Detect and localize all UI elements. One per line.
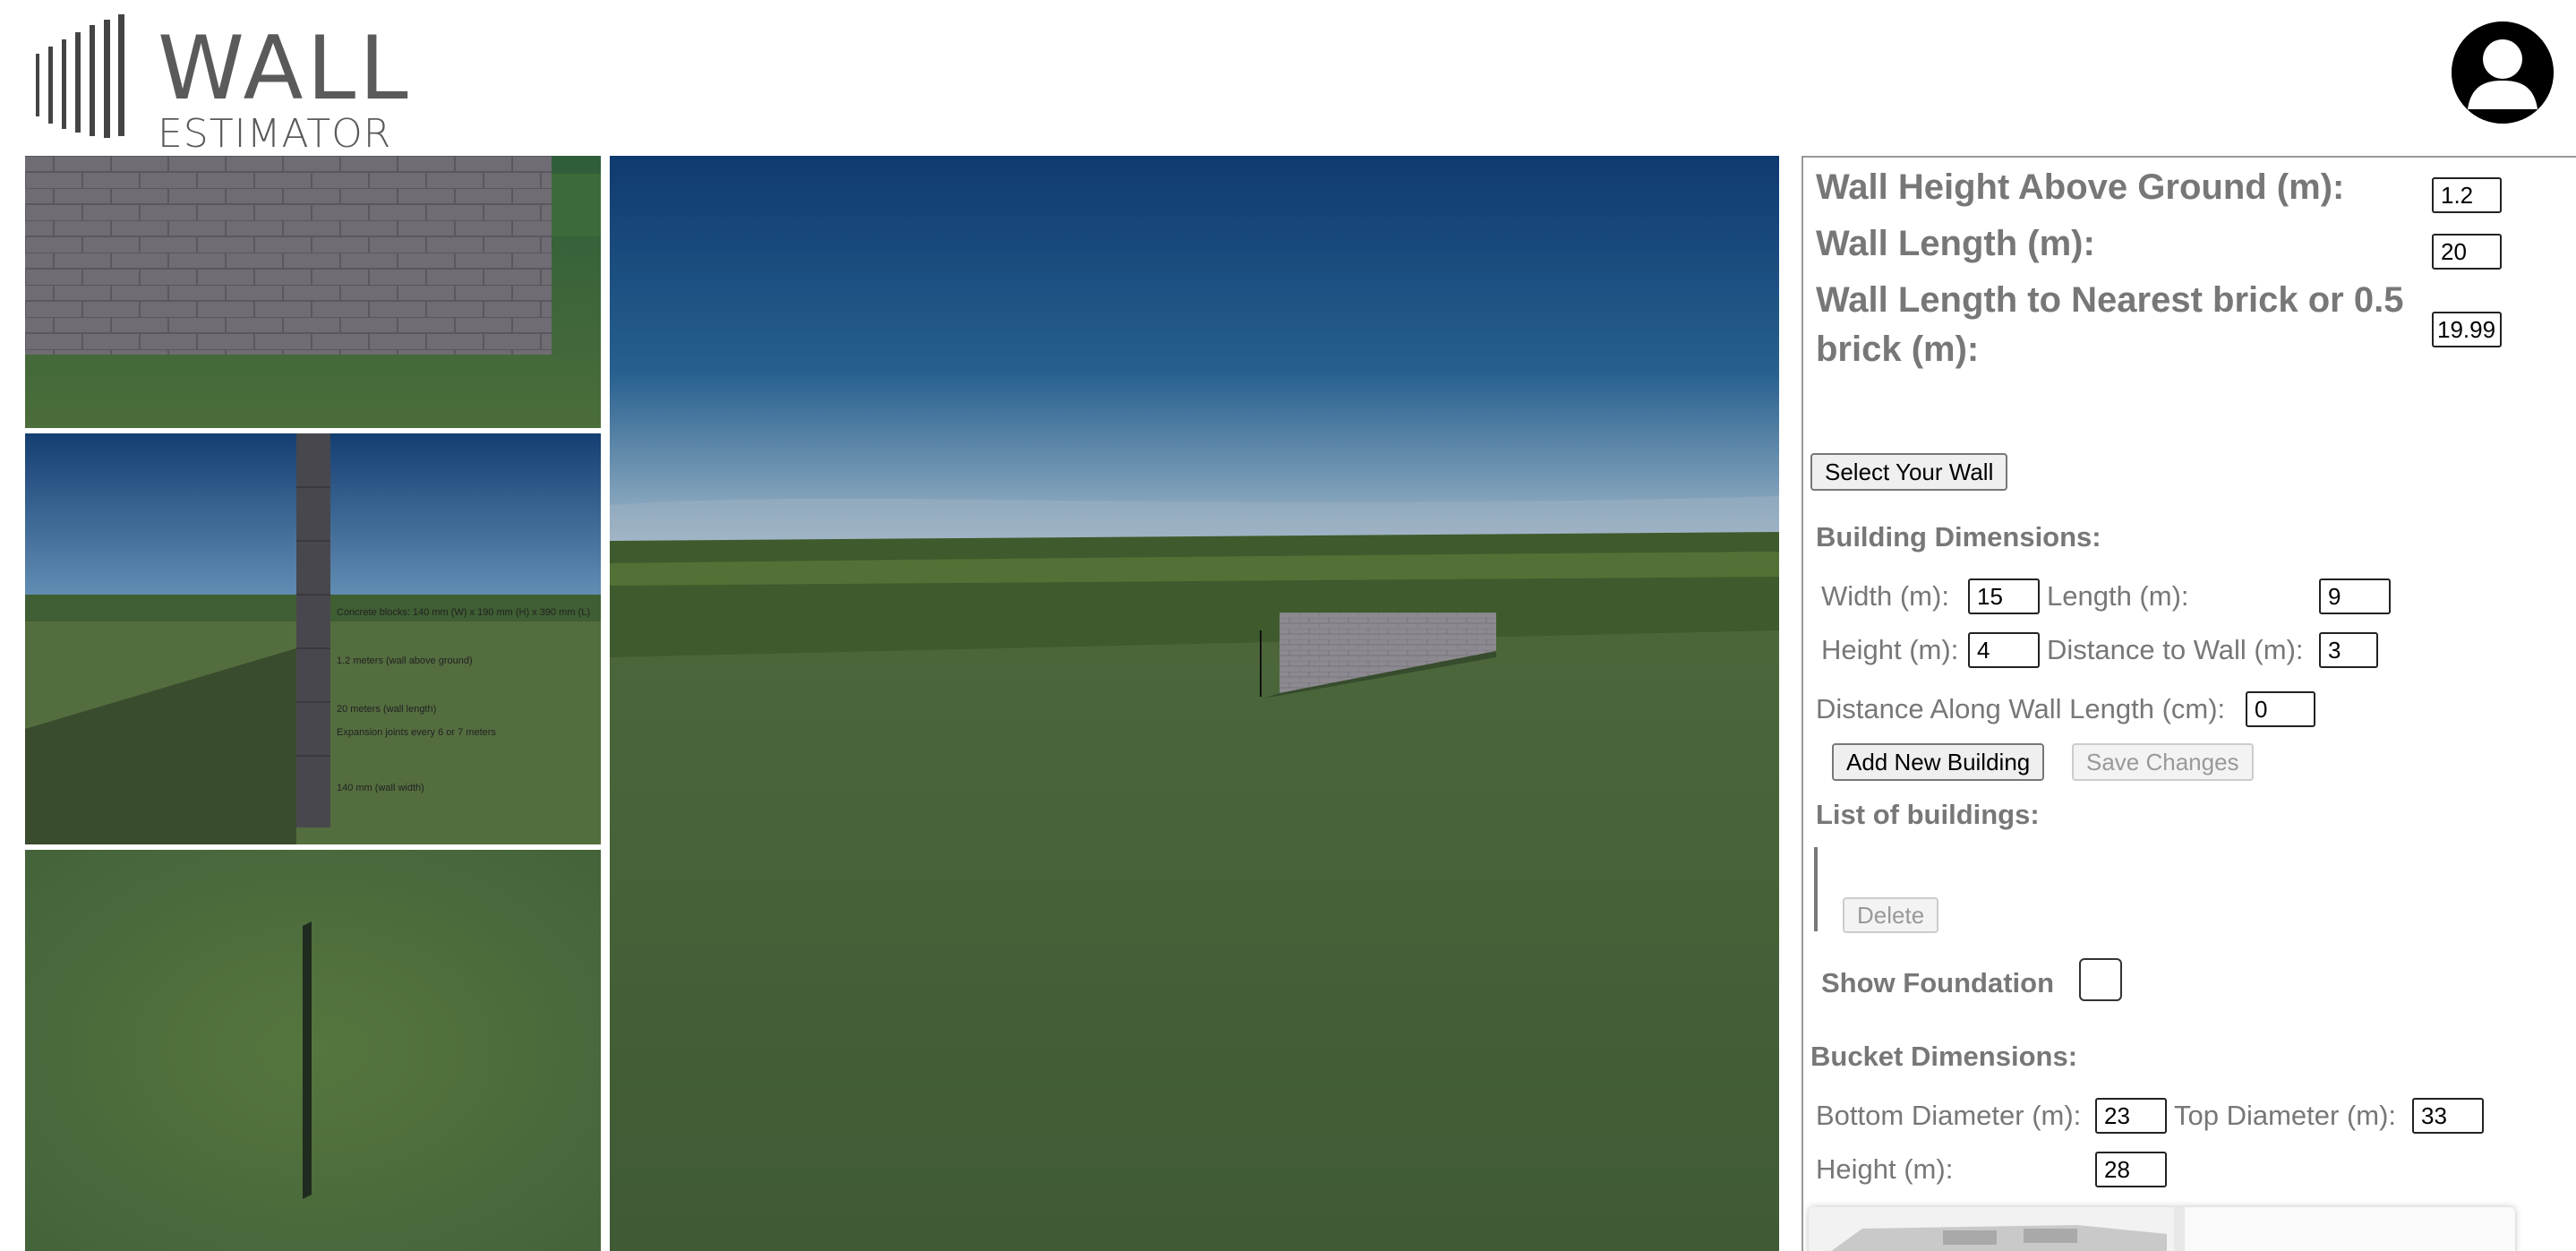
distance-along-wall-input[interactable] <box>2246 691 2315 727</box>
building-length-label: Length (m): <box>2047 580 2189 612</box>
distance-to-wall-label: Distance to Wall (m): <box>2047 634 2304 665</box>
logo-word-wall: WALL <box>158 18 412 120</box>
wall-option-card[interactable] <box>1809 1207 2515 1251</box>
user-avatar-icon[interactable] <box>2452 21 2554 124</box>
blocks-dimension-label: Concrete blocks: 140 mm (W) x 190 mm (H)… <box>337 607 591 618</box>
top-view-viewport[interactable] <box>25 850 601 1251</box>
logo-bars-icon <box>36 14 124 138</box>
building-width-label: Width (m): <box>1821 580 1949 612</box>
concrete-block-image <box>1809 1207 2185 1251</box>
building-height-label: Height (m): <box>1821 634 1959 665</box>
wall-length-nearest-input[interactable] <box>2432 312 2502 347</box>
top-diameter-input[interactable] <box>2412 1098 2484 1134</box>
save-changes-button[interactable]: Save Changes <box>2072 743 2254 781</box>
front-view-viewport[interactable] <box>25 156 601 428</box>
wall-width-annotation: 140 mm (wall width) <box>337 783 424 793</box>
wall-length-label: Wall Length (m): <box>1816 224 2095 263</box>
bucket-dimensions-heading: Bucket Dimensions: <box>1810 1041 2078 1072</box>
top-diameter-label: Top Diameter (m): <box>2174 1100 2397 1131</box>
select-wall-button[interactable]: Select Your Wall <box>1810 453 2008 491</box>
list-of-buildings-heading: List of buildings: <box>1816 799 2040 830</box>
bucket-height-label: Height (m): <box>1816 1153 1954 1185</box>
wall-length-input[interactable] <box>2432 234 2502 270</box>
add-new-building-button[interactable]: Add New Building <box>1832 743 2045 781</box>
building-length-input[interactable] <box>2319 578 2391 614</box>
wall-length-nearest-label: Wall Length to Nearest brick or 0.5 bric… <box>1816 280 2404 369</box>
wall-length-annotation: 20 meters (wall length) <box>337 704 437 715</box>
buildings-list[interactable] <box>1814 847 1818 931</box>
show-foundation-label: Show Foundation <box>1821 967 2055 998</box>
wall-height-label: Wall Height Above Ground (m): <box>1816 167 2345 207</box>
settings-panel: Wall Height Above Ground (m): Wall Lengt… <box>1801 156 2576 1251</box>
distance-to-wall-input[interactable] <box>2319 632 2378 668</box>
building-dimensions-heading: Building Dimensions: <box>1816 521 2101 553</box>
side-view-viewport[interactable]: Concrete blocks: 140 mm (W) x 190 mm (H)… <box>25 433 601 844</box>
bottom-diameter-input[interactable] <box>2095 1098 2167 1134</box>
distance-along-wall-label: Distance Along Wall Length (cm): <box>1816 693 2226 724</box>
wall-estimator-logo: WALL ESTIMATOR <box>34 14 408 154</box>
bucket-height-input[interactable] <box>2095 1152 2167 1187</box>
wall-height-input[interactable] <box>2432 177 2502 213</box>
wall-height-annotation: 1.2 meters (wall above ground) <box>337 655 473 666</box>
show-foundation-checkbox[interactable] <box>2079 958 2122 1001</box>
building-width-input[interactable] <box>1968 578 2040 614</box>
building-height-input[interactable] <box>1968 632 2040 668</box>
bottom-diameter-label: Bottom Diameter (m): <box>1816 1100 2082 1131</box>
main-3d-viewport[interactable] <box>610 156 1779 1251</box>
delete-building-button[interactable]: Delete <box>1843 897 1939 933</box>
expansion-joints-annotation: Expansion joints every 6 or 7 meters <box>337 727 496 738</box>
logo-word-estimator: ESTIMATOR <box>158 111 392 157</box>
